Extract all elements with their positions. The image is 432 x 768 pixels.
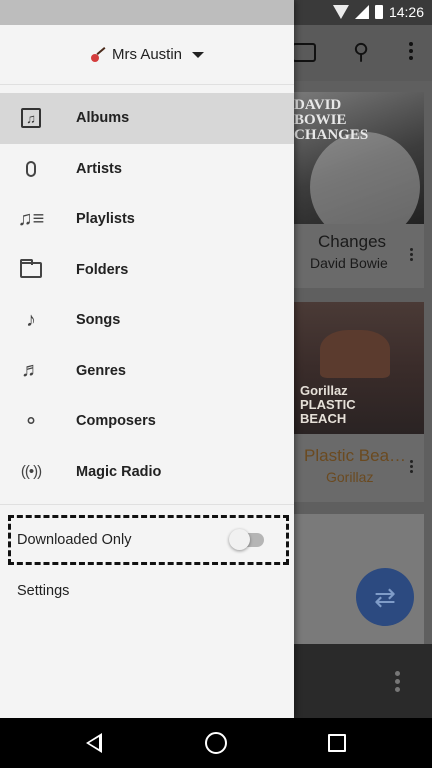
home-icon[interactable] — [205, 732, 227, 754]
caret-down-icon — [192, 51, 205, 58]
nav-item-songs[interactable]: ♪ Songs — [0, 295, 294, 346]
drawer-nav: ♫ Albums Artists ♫≡ Playlists Folders ♪ … — [0, 93, 294, 497]
album-art: Gorillaz PLASTIC BEACH — [290, 302, 424, 434]
cellular-icon — [354, 5, 369, 19]
album-card[interactable]: DAVID BOWIE CHANGES Changes David Bowie — [290, 92, 424, 288]
album-icon: ♫ — [16, 103, 46, 133]
music-note-icon: ♪ — [26, 308, 36, 331]
shuffle-button[interactable]: ⇄ — [356, 568, 414, 626]
nav-item-label: Playlists — [76, 211, 135, 228]
drawer-divider — [0, 504, 294, 505]
mini-player[interactable] — [294, 644, 432, 718]
nav-item-albums[interactable]: ♫ Albums — [0, 93, 294, 144]
nav-item-label: Genres — [76, 362, 126, 379]
downloaded-only-label: Downloaded Only — [17, 532, 132, 548]
nav-item-label: Songs — [76, 312, 121, 329]
cast-icon[interactable] — [292, 43, 316, 62]
nav-item-label: Artists — [76, 160, 122, 177]
back-icon[interactable] — [86, 733, 102, 753]
account-switcher[interactable]: Mrs Austin — [0, 25, 294, 85]
battery-icon — [374, 5, 383, 19]
downloaded-only-toggle[interactable] — [229, 529, 264, 550]
nav-item-genres[interactable]: ♬ Genres — [0, 346, 294, 397]
album-overflow-icon[interactable] — [410, 458, 414, 475]
microphone-icon — [16, 154, 46, 184]
search-icon[interactable]: ⚲ — [348, 39, 374, 65]
album-art-text: DAVID BOWIE CHANGES — [294, 97, 369, 143]
mini-player-menu-icon[interactable] — [395, 668, 400, 695]
wifi-icon — [332, 5, 349, 19]
system-nav-bar — [0, 718, 432, 768]
album-card[interactable]: Gorillaz PLASTIC BEACH Plastic Bea… Gorill… — [290, 302, 424, 502]
album-title: Changes — [318, 232, 387, 251]
navigation-drawer: Mrs Austin ♫ Albums Artists ♫≡ Playlists… — [0, 0, 294, 718]
nav-item-label: Magic Radio — [76, 463, 162, 480]
album-art: DAVID BOWIE CHANGES — [290, 92, 424, 224]
shuffle-icon: ⇄ — [374, 582, 396, 612]
nav-item-label: Folders — [76, 261, 129, 278]
nav-item-playlists[interactable]: ♫≡ Playlists — [0, 194, 294, 245]
album-title: Plastic Bea… — [304, 446, 407, 465]
nav-item-magic-radio[interactable]: ((•)) Magic Radio — [0, 447, 294, 498]
more-options-icon[interactable] — [398, 39, 424, 65]
status-time: 14:26 — [388, 4, 424, 20]
album-artist: David Bowie — [310, 255, 388, 271]
playlist-icon: ♫≡ — [17, 207, 45, 230]
settings-item[interactable]: Settings — [17, 583, 69, 599]
radio-icon: ((•)) — [20, 463, 42, 481]
album-artist: Gorillaz — [326, 469, 374, 485]
nav-item-artists[interactable]: Artists — [0, 144, 294, 195]
nav-item-label: Albums — [76, 110, 130, 127]
nav-item-composers[interactable]: ⚬ Composers — [0, 396, 294, 447]
album-art-text: Gorillaz PLASTIC BEACH — [300, 383, 356, 426]
toggle-knob — [229, 529, 250, 550]
drawer-status-bar — [0, 0, 294, 25]
account-name: Mrs Austin — [111, 46, 183, 63]
folder-icon — [16, 255, 46, 285]
album-overflow-icon[interactable] — [410, 246, 414, 263]
genre-icon: ♬ — [21, 359, 41, 382]
lyre-icon: ⚬ — [22, 410, 40, 433]
nav-item-folders[interactable]: Folders — [0, 245, 294, 296]
recents-icon[interactable] — [328, 734, 346, 752]
guitar-icon — [90, 47, 106, 63]
downloaded-only-row[interactable]: Downloaded Only — [8, 515, 289, 565]
nav-item-label: Composers — [76, 413, 156, 430]
